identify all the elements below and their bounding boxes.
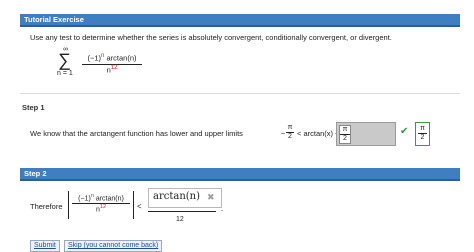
arctan-inequality: < arctan(x) < [297,129,340,138]
lower-limit-fraction: π 2 [286,124,294,141]
abs-num-base: (−1) [78,195,91,203]
step1-input-den: 2 [343,135,347,142]
rhs-fraction-bar [148,211,216,212]
series-den-exp: 12 [110,64,118,71]
instruction-text: Use any test to determine whether the se… [30,33,392,42]
step2-title: Step 2 [24,169,47,178]
lower-limit-sign: − [281,129,286,138]
skip-button[interactable]: Skip (you cannot come back) [64,240,163,252]
series-lower-limit: n = 1 [57,70,73,77]
rhs-denominator: 12 [176,216,184,223]
less-than-sign: < [137,202,142,211]
wrong-icon: ✖ [207,192,215,202]
abs-denominator: n12 [69,204,133,213]
lower-limit-den: 2 [288,133,292,140]
step1-input-num: π [342,126,348,133]
series-num-rest: arctan(n) [104,53,137,63]
series-fraction: (−1)n arctan(n) n12 [80,53,144,74]
step1-text: We know that the arctangent function has… [30,129,243,138]
abs-num-rest: arctan(n) [93,195,124,203]
series-expression: ∞ ∑ n = 1 (−1)n arctan(n) n12 [56,46,166,82]
series-denominator: n12 [80,65,144,75]
tutorial-title: Tutorial Exercise [24,15,84,24]
tutorial-header-bar: Tutorial Exercise [20,14,460,27]
step1-correct-answer: π 2 [415,122,430,146]
rhs-period: . [221,204,224,213]
correct-answer-num: π [420,125,425,132]
submit-button[interactable]: Submit [30,240,60,252]
step1-answer-input[interactable]: π 2 [336,122,396,146]
sigma-icon: ∑ [58,50,71,70]
step1-label: Step 1 [22,103,45,112]
abs-den-exp: 12 [99,204,107,211]
therefore-label: Therefore [30,202,63,211]
step2-header-bar: Step 2 [20,168,460,181]
correct-answer-fraction: π 2 [417,125,428,142]
absolute-value-expression: (−1)n arctan(n) n12 [68,191,134,219]
step2-numerator-input[interactable]: arctan(n) ✖ [148,188,222,208]
series-num-base: (−1) [87,53,102,63]
section-divider [20,93,460,94]
step1-input-fraction: π 2 [339,125,351,144]
lower-limit-num: π [287,124,293,131]
correct-answer-den: 2 [420,134,425,141]
step2-input-value: arctan(n) [153,191,201,202]
check-icon: ✔ [400,126,409,137]
series-numerator: (−1)n arctan(n) [80,53,144,63]
abs-fraction: (−1)n arctan(n) n12 [69,193,133,214]
abs-numerator: (−1)n arctan(n) [69,193,133,202]
